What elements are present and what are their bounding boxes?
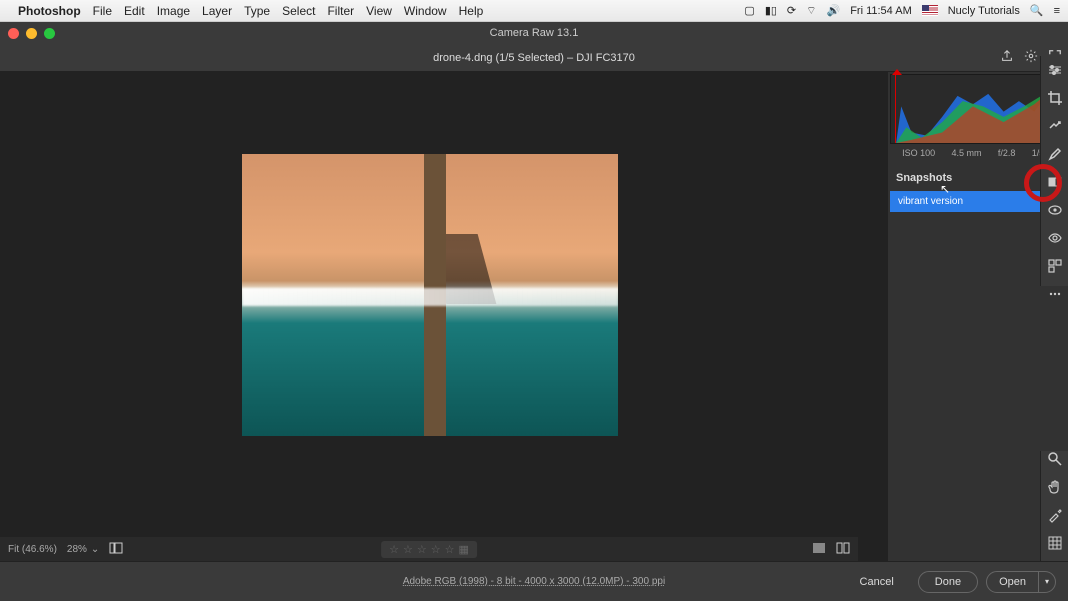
hand-tool-icon[interactable] [1047,479,1063,495]
star-2-icon[interactable]: ☆ [403,543,413,556]
label-icon[interactable]: ▦ [458,543,468,556]
window-title: Camera Raw 13.1 [490,27,579,39]
right-tool-strip [1040,56,1068,286]
sampler-tool-icon[interactable] [1047,507,1063,523]
shadow-clip-warning-icon[interactable] [892,69,902,75]
menu-edit[interactable]: Edit [124,4,145,18]
filmstrip-toggle-icon[interactable] [109,542,123,557]
traffic-lights [8,28,55,39]
sync-icon[interactable]: ⟳ [787,4,796,17]
menu-view[interactable]: View [366,4,392,18]
histogram-graph [891,75,1065,143]
snapshot-name: vibrant version [898,196,963,207]
footer: Adobe RGB (1998) - 8 bit - 4000 x 3000 (… [0,561,1068,601]
right-tool-strip-bottom [1040,451,1068,561]
shadow-clip-line [895,75,896,143]
close-window-button[interactable] [8,28,19,39]
cancel-button[interactable]: Cancel [844,571,910,593]
crop-tool-icon[interactable] [1047,90,1063,106]
open-button[interactable]: Open [986,571,1039,593]
image-preview[interactable] [242,154,618,436]
maximize-window-button[interactable] [44,28,55,39]
open-dropdown-button[interactable]: ▾ [1039,571,1056,593]
more-icon[interactable] [1047,286,1063,302]
us-flag-icon[interactable] [922,5,938,16]
exif-focal: 4.5 mm [952,148,982,158]
star-5-icon[interactable]: ☆ [445,543,455,556]
compare-view-icon[interactable] [836,542,850,557]
radial-tool-icon[interactable] [1047,202,1063,218]
menubar-app-name[interactable]: Photoshop [18,4,81,18]
snapshots-label: Snapshots [896,172,952,184]
rating-stars[interactable]: ☆ ☆ ☆ ☆ ☆ ▦ [381,541,477,558]
screen-record-icon[interactable]: ▢ [744,4,754,17]
control-center-icon[interactable]: ≡ [1054,5,1060,17]
open-button-group: Open ▾ [986,571,1056,593]
gradient-tool-icon[interactable] [1047,174,1063,190]
volume-icon[interactable]: 🔊 [826,4,840,17]
menu-help[interactable]: Help [459,4,484,18]
star-4-icon[interactable]: ☆ [431,543,441,556]
menubar-status-area: ▢ ▮▯ ⟳ ⌔ 🔊 Fri 11:54 AM Nucly Tutorials … [744,4,1060,18]
star-3-icon[interactable]: ☆ [417,543,427,556]
menu-type[interactable]: Type [244,4,270,18]
brush-tool-icon[interactable] [1047,146,1063,162]
mac-menubar: Photoshop File Edit Image Layer Type Sel… [0,0,1068,22]
presets-icon[interactable] [1047,258,1063,274]
app-toolbar: drone-4.dng (1/5 Selected) – DJI FC3170 [0,44,1068,72]
spotlight-icon[interactable]: 🔍 [1030,4,1044,17]
redeye-tool-icon[interactable] [1047,230,1063,246]
window-titlebar: Camera Raw 13.1 [0,22,1068,44]
canvas-area[interactable] [0,72,888,561]
workflow-options-link[interactable]: Adobe RGB (1998) - 8 bit - 4000 x 3000 (… [403,576,665,587]
zoom-value: 28% [67,544,87,555]
document-title: drone-4.dng (1/5 Selected) – DJI FC3170 [433,52,635,64]
export-icon[interactable] [1000,49,1014,66]
fit-label[interactable]: Fit (46.6%) [8,544,57,555]
zoom-tool-icon[interactable] [1047,451,1063,467]
image-content [242,288,618,306]
heal-tool-icon[interactable] [1047,118,1063,134]
star-1-icon[interactable]: ☆ [389,543,399,556]
done-button[interactable]: Done [918,571,978,593]
zoom-dropdown[interactable]: 28% ⌄ [67,544,99,555]
edit-tool-icon[interactable] [1047,62,1063,78]
menu-file[interactable]: File [93,4,112,18]
single-view-icon[interactable] [812,542,826,557]
wifi-icon[interactable]: ⌔ [806,4,816,18]
grid-tool-icon[interactable] [1047,535,1063,551]
chevron-down-icon: ⌄ [91,544,99,555]
exif-iso: ISO 100 [902,148,935,158]
bottom-bar: Fit (46.6%) 28% ⌄ ☆ ☆ ☆ ☆ ☆ ▦ [0,537,858,561]
menu-filter[interactable]: Filter [327,4,354,18]
menu-layer[interactable]: Layer [202,4,232,18]
clock[interactable]: Fri 11:54 AM [850,5,912,17]
minimize-window-button[interactable] [26,28,37,39]
menu-select[interactable]: Select [282,4,315,18]
settings-icon[interactable] [1024,49,1038,66]
menu-image[interactable]: Image [157,4,190,18]
exif-aperture: f/2.8 [998,148,1016,158]
user-name[interactable]: Nucly Tutorials [948,5,1020,17]
main-area: ISO 100 4.5 mm f/2.8 1/50s Snapshots vib… [0,72,1068,561]
battery-icon[interactable]: ▮▯ [765,4,777,17]
menu-window[interactable]: Window [404,4,447,18]
